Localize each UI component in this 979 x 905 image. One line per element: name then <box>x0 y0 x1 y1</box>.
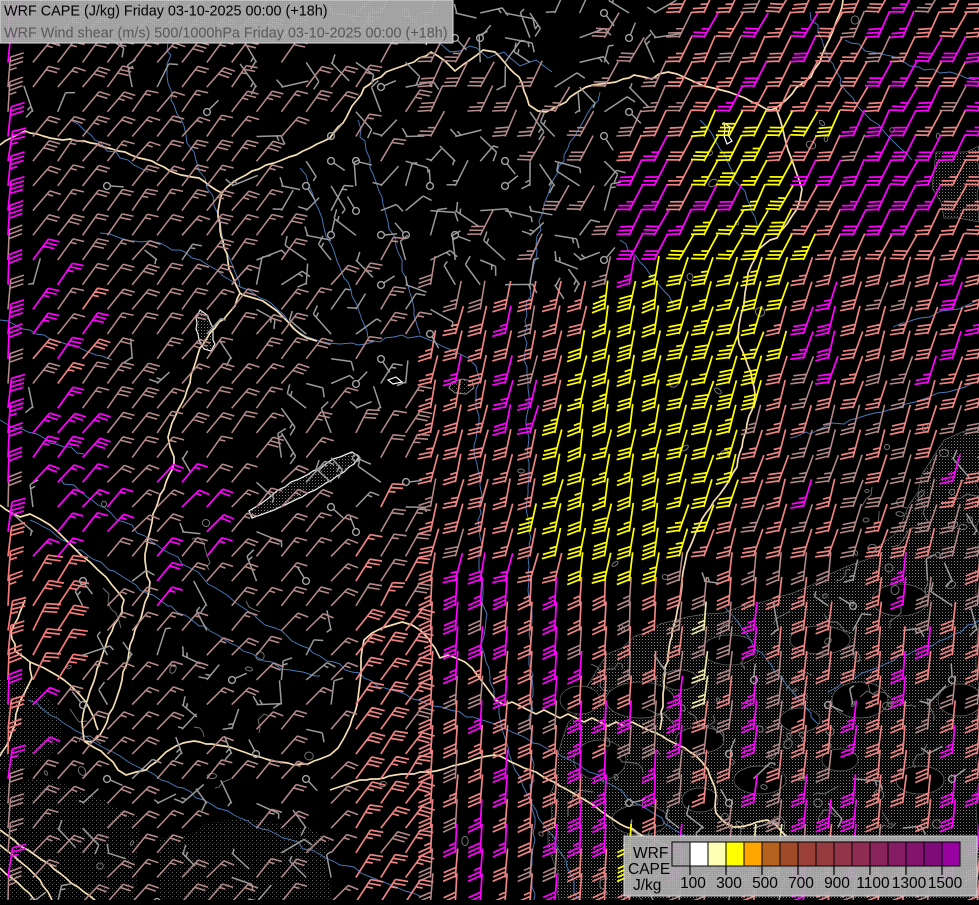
svg-text:1100: 1100 <box>856 875 890 892</box>
svg-text:WRF CAPE (J/kg) Friday 03-10-2: WRF CAPE (J/kg) Friday 03-10-2025 00:00 … <box>4 4 328 20</box>
svg-text:WRF: WRF <box>633 845 668 862</box>
svg-text:J/kg: J/kg <box>633 877 661 894</box>
svg-text:500: 500 <box>752 875 778 892</box>
svg-text:300: 300 <box>716 875 742 892</box>
svg-text:CAPE: CAPE <box>628 861 670 878</box>
svg-text:700: 700 <box>788 875 814 892</box>
svg-text:1500: 1500 <box>928 875 963 892</box>
svg-text:100: 100 <box>680 875 706 892</box>
svg-text:1300: 1300 <box>892 875 927 892</box>
svg-text:WRF Wind shear (m/s) 500/1000h: WRF Wind shear (m/s) 500/1000hPa Friday … <box>4 26 448 42</box>
svg-text:900: 900 <box>824 875 850 892</box>
